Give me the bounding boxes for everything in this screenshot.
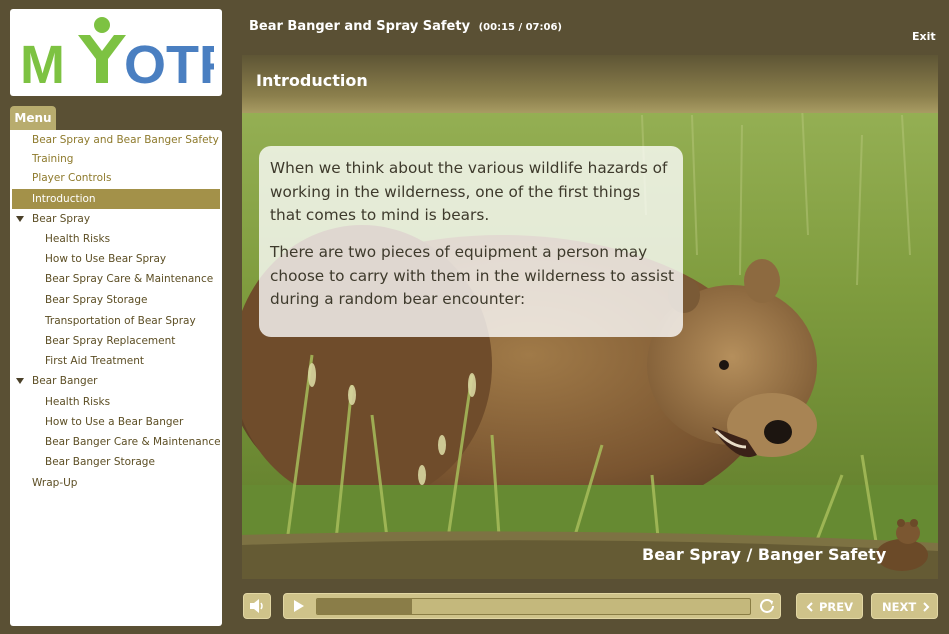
menu-item-training[interactable]: Training bbox=[12, 150, 220, 168]
expand-triangle-icon[interactable] bbox=[16, 216, 24, 222]
menu-item-label: Bear Spray Replacement bbox=[45, 335, 176, 347]
menu-item-player-controls[interactable]: Player Controls bbox=[12, 169, 220, 187]
course-title-text: Bear Banger and Spray Safety bbox=[249, 19, 471, 34]
menu-item-first-aid[interactable]: First Aid Treatment bbox=[12, 352, 220, 370]
menu-item-bear-spray-storage[interactable]: Bear Spray Storage bbox=[12, 291, 220, 309]
expand-triangle-icon[interactable] bbox=[16, 378, 24, 384]
menu-item-wrap-up[interactable]: Wrap-Up bbox=[12, 474, 220, 492]
footer-brand: Bear Spray / Banger Safety bbox=[642, 545, 887, 564]
menu-tab[interactable]: Menu bbox=[10, 106, 56, 130]
speaker-icon bbox=[250, 599, 263, 613]
slide: Introduction When we think about the var… bbox=[242, 55, 938, 579]
menu-item-label: Bear Spray and Bear Banger Safety bbox=[32, 134, 219, 146]
paragraph-2: There are two pieces of equipment a pers… bbox=[270, 243, 675, 308]
menu-item-label: Bear Spray Storage bbox=[45, 294, 148, 306]
menu-item-label: Bear Spray bbox=[32, 213, 91, 225]
progress-track[interactable] bbox=[316, 598, 751, 615]
chevron-left-icon bbox=[806, 602, 813, 612]
menu-item-bear-spray-care[interactable]: Bear Spray Care & Maintenance bbox=[12, 270, 220, 288]
replay-icon[interactable] bbox=[759, 598, 775, 614]
volume-button[interactable] bbox=[243, 593, 271, 619]
logo: M OTF bbox=[10, 9, 222, 96]
menu-item-label: Bear Spray Care & Maintenance bbox=[45, 273, 214, 285]
menu-item-label: How to Use Bear Spray bbox=[45, 253, 167, 265]
menu-item-banger-health-risks[interactable]: Health Risks bbox=[12, 393, 220, 411]
menu-item-label: Bear Banger Storage bbox=[45, 456, 155, 468]
menu-item-bear-spray-and-bear-banger-safety[interactable]: Bear Spray and Bear Banger Safety bbox=[12, 131, 220, 149]
menu-item-label: Health Risks bbox=[45, 396, 111, 408]
menu-item-bear-spray-replacement[interactable]: Bear Spray Replacement bbox=[12, 332, 220, 350]
menu-item-label: Health Risks bbox=[45, 233, 111, 245]
next-label: NEXT bbox=[882, 600, 917, 614]
menu-item-transportation[interactable]: Transportation of Bear Spray bbox=[12, 312, 220, 330]
slide-text-card: When we think about the various wildlife… bbox=[259, 146, 683, 337]
menu-item-label: Transportation of Bear Spray bbox=[45, 315, 196, 327]
exit-button[interactable]: Exit bbox=[912, 30, 936, 43]
svg-text:OTF: OTF bbox=[124, 35, 214, 91]
menu-item-spray-health-risks[interactable]: Health Risks bbox=[12, 230, 220, 248]
menu-item-label: Wrap-Up bbox=[32, 477, 78, 489]
menu-item-bear-banger-storage[interactable]: Bear Banger Storage bbox=[12, 453, 220, 471]
myotf-logo: M OTF bbox=[20, 17, 214, 91]
menu-item-label: Bear Banger bbox=[32, 375, 98, 387]
chevron-right-icon bbox=[923, 602, 930, 612]
paragraph-1: When we think about the various wildlife… bbox=[270, 159, 668, 224]
slide-title: Introduction bbox=[256, 71, 368, 90]
menu-item-bear-banger[interactable]: Bear Banger bbox=[12, 372, 220, 390]
prev-button[interactable]: PREV bbox=[796, 593, 863, 619]
menu-item-bear-banger-care[interactable]: Bear Banger Care & Maintenance bbox=[12, 433, 221, 451]
menu-item-introduction[interactable]: Introduction bbox=[12, 189, 220, 209]
course-time: (00:15 / 07:06) bbox=[478, 22, 562, 33]
progress-fill bbox=[317, 599, 413, 614]
menu-panel: Bear Spray and Bear Banger Safety Traini… bbox=[10, 130, 222, 626]
play-icon[interactable] bbox=[293, 599, 305, 613]
svg-text:M: M bbox=[20, 35, 65, 91]
slide-title-bar: Introduction bbox=[242, 55, 938, 113]
menu-item-label: How to Use a Bear Banger bbox=[45, 416, 184, 428]
next-button[interactable]: NEXT bbox=[871, 593, 938, 619]
menu-item-label: Player Controls bbox=[32, 172, 112, 184]
menu-item-how-to-use-bear-banger[interactable]: How to Use a Bear Banger bbox=[12, 413, 220, 431]
course-title: Bear Banger and Spray Safety (00:15 / 07… bbox=[249, 19, 562, 34]
menu-item-bear-spray[interactable]: Bear Spray bbox=[12, 210, 220, 228]
menu-item-label: Training bbox=[32, 153, 74, 165]
menu-item-how-to-use-bear-spray[interactable]: How to Use Bear Spray bbox=[12, 250, 220, 268]
menu-item-label: Bear Banger Care & Maintenance bbox=[45, 436, 221, 448]
menu-item-label: Introduction bbox=[32, 193, 96, 205]
menu-item-label: First Aid Treatment bbox=[45, 355, 144, 367]
prev-label: PREV bbox=[819, 600, 854, 614]
